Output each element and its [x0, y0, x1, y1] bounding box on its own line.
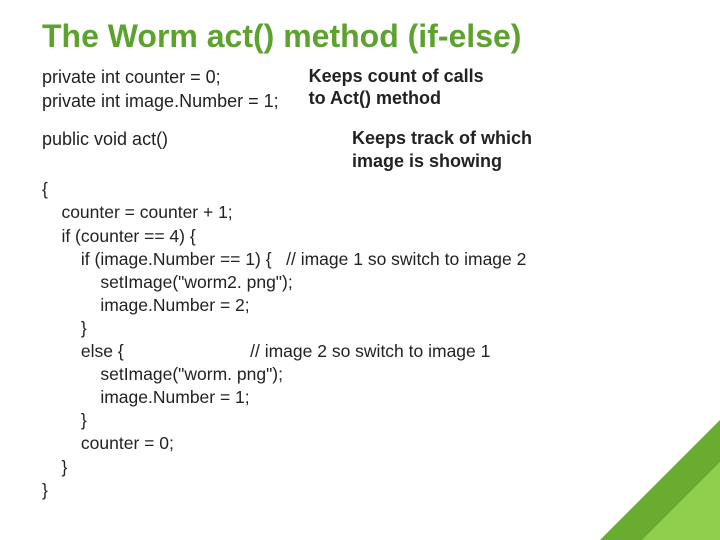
annot2-line1: Keeps track of which — [352, 127, 532, 150]
decl-line-2: private int image.Number = 1; — [42, 89, 279, 113]
method-signature: public void act() — [42, 127, 322, 151]
annotation-image-number: Keeps track of which image is showing — [352, 127, 532, 172]
variable-declarations: private int counter = 0; private int ima… — [42, 65, 279, 114]
annot2-line2: image is showing — [352, 150, 532, 173]
annot1-line1: Keeps count of calls — [309, 65, 484, 88]
slide: The Worm act() method (if-else) private … — [0, 0, 720, 540]
annot1-line2: to Act() method — [309, 87, 484, 110]
decl-row: private int counter = 0; private int ima… — [42, 65, 678, 114]
slide-title: The Worm act() method (if-else) — [42, 18, 678, 55]
code-body: { counter = counter + 1; if (counter == … — [42, 178, 678, 501]
decl-line-1: private int counter = 0; — [42, 65, 279, 89]
annotation-counter: Keeps count of calls to Act() method — [309, 65, 484, 110]
decorative-triangle-inner — [642, 462, 720, 540]
method-row: public void act() Keeps track of which i… — [42, 127, 678, 172]
